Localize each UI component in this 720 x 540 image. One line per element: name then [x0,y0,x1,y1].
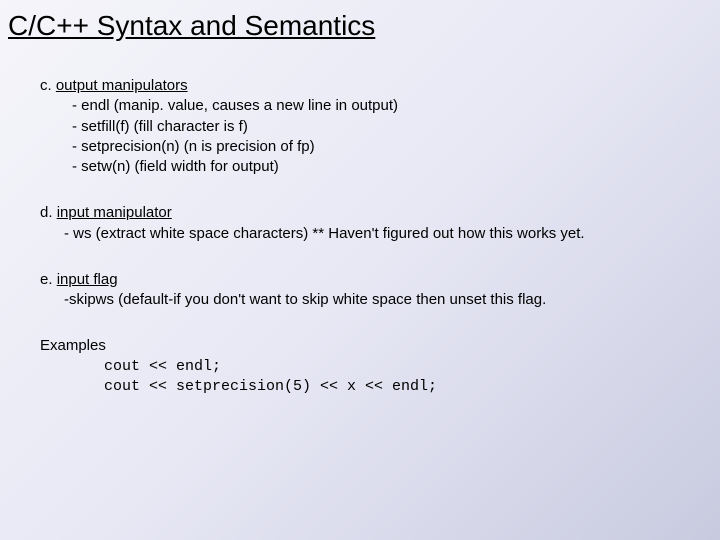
page-title: C/C++ Syntax and Semantics [0,0,720,46]
list-item: - setfill(f) (fill character is f) [72,117,680,137]
code-line: cout << setprecision(5) << x << endl; [104,377,680,397]
list-item: - setprecision(n) (n is precision of fp) [72,137,680,157]
section-c-heading: output manipulators [56,77,188,94]
section-d-prefix: d. [40,204,57,221]
section-input-manipulator: d. input manipulator - ws (extract white… [40,203,680,244]
section-e-heading: input flag [57,271,118,288]
code-block: cout << endl; cout << setprecision(5) <<… [40,357,680,398]
section-e-prefix: e. [40,271,57,288]
code-line: cout << endl; [104,357,680,377]
section-output-manipulators: c. output manipulators - endl (manip. va… [40,76,680,177]
section-c-prefix: c. [40,77,56,94]
section-e-body: -skipws (default-if you don't want to sk… [40,290,680,310]
examples-label: Examples [40,336,680,356]
section-examples: Examples cout << endl; cout << setprecis… [40,336,680,397]
list-item: - setw(n) (field width for output) [72,157,680,177]
slide-content: c. output manipulators - endl (manip. va… [0,46,720,397]
section-d-body: - ws (extract white space characters) **… [40,224,680,244]
section-d-heading: input manipulator [57,204,172,221]
output-manipulators-list: - endl (manip. value, causes a new line … [40,96,680,177]
list-item: - endl (manip. value, causes a new line … [72,96,680,116]
section-input-flag: e. input flag -skipws (default-if you do… [40,270,680,311]
